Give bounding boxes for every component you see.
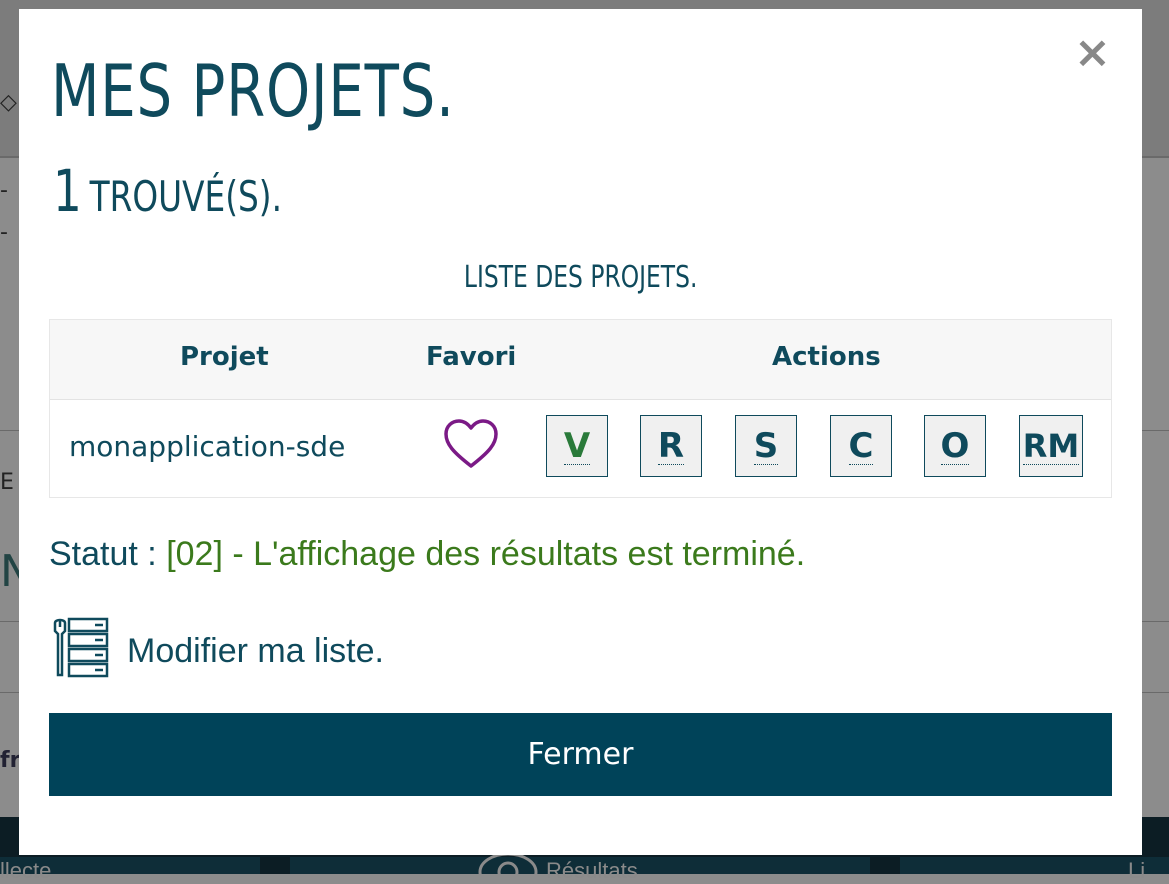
background-letter: E bbox=[0, 470, 14, 495]
action-label: R bbox=[657, 426, 685, 466]
table-row: monapplication-sde V R S C O RM bbox=[50, 400, 1111, 497]
projects-table: Projet Favori Actions monapplication-sde… bbox=[49, 319, 1112, 498]
project-name: monapplication-sde bbox=[69, 430, 346, 463]
table-header: Projet Favori Actions bbox=[50, 320, 1111, 400]
column-header-project: Projet bbox=[180, 342, 269, 372]
results-count-label: TROUVÉ(S). bbox=[89, 172, 283, 221]
close-button[interactable]: Fermer bbox=[49, 713, 1112, 796]
background-dash: - bbox=[0, 220, 8, 245]
list-title-text: LISTE DES PROJETS. bbox=[463, 260, 698, 295]
action-label: RM bbox=[1022, 427, 1080, 465]
background-dash: - bbox=[0, 178, 8, 203]
action-label: V bbox=[563, 426, 591, 466]
action-button-o[interactable]: O bbox=[924, 415, 986, 477]
background-tab-label: llecte bbox=[0, 858, 52, 883]
modify-list-label: Modifier ma liste. bbox=[127, 632, 384, 670]
action-label: S bbox=[753, 426, 779, 466]
list-title: LISTE DES PROJETS. bbox=[19, 260, 1142, 295]
action-button-r[interactable]: R bbox=[640, 415, 702, 477]
action-button-rm[interactable]: RM bbox=[1019, 415, 1083, 477]
action-button-v[interactable]: V bbox=[546, 415, 608, 477]
modal-title: MES PROJETS. bbox=[51, 49, 455, 133]
status-line: Statut : [02] - L'affichage des résultat… bbox=[49, 535, 805, 574]
action-label: O bbox=[940, 426, 970, 466]
results-count: 1 TROUVÉ(S). bbox=[53, 157, 282, 225]
projects-modal: × MES PROJETS. 1 TROUVÉ(S). LISTE DES PRO… bbox=[19, 9, 1142, 855]
heart-icon[interactable] bbox=[443, 418, 499, 474]
status-label: Statut : bbox=[49, 535, 167, 573]
action-button-s[interactable]: S bbox=[735, 415, 797, 477]
background-letter: fr bbox=[0, 748, 21, 773]
list-tools-icon bbox=[53, 617, 109, 678]
status-value: [02] - L'affichage des résultats est ter… bbox=[166, 535, 806, 573]
background-tab-label: Li bbox=[1128, 858, 1146, 883]
action-button-c[interactable]: C bbox=[830, 415, 892, 477]
background-tab-label: Résultats bbox=[546, 858, 638, 883]
background-logo-fragment: ◇ bbox=[0, 90, 17, 115]
action-label: C bbox=[848, 426, 874, 466]
results-count-number: 1 bbox=[53, 157, 82, 225]
column-header-favorite: Favori bbox=[426, 342, 517, 372]
column-header-actions: Actions bbox=[772, 342, 881, 372]
close-icon[interactable]: × bbox=[1074, 31, 1111, 75]
